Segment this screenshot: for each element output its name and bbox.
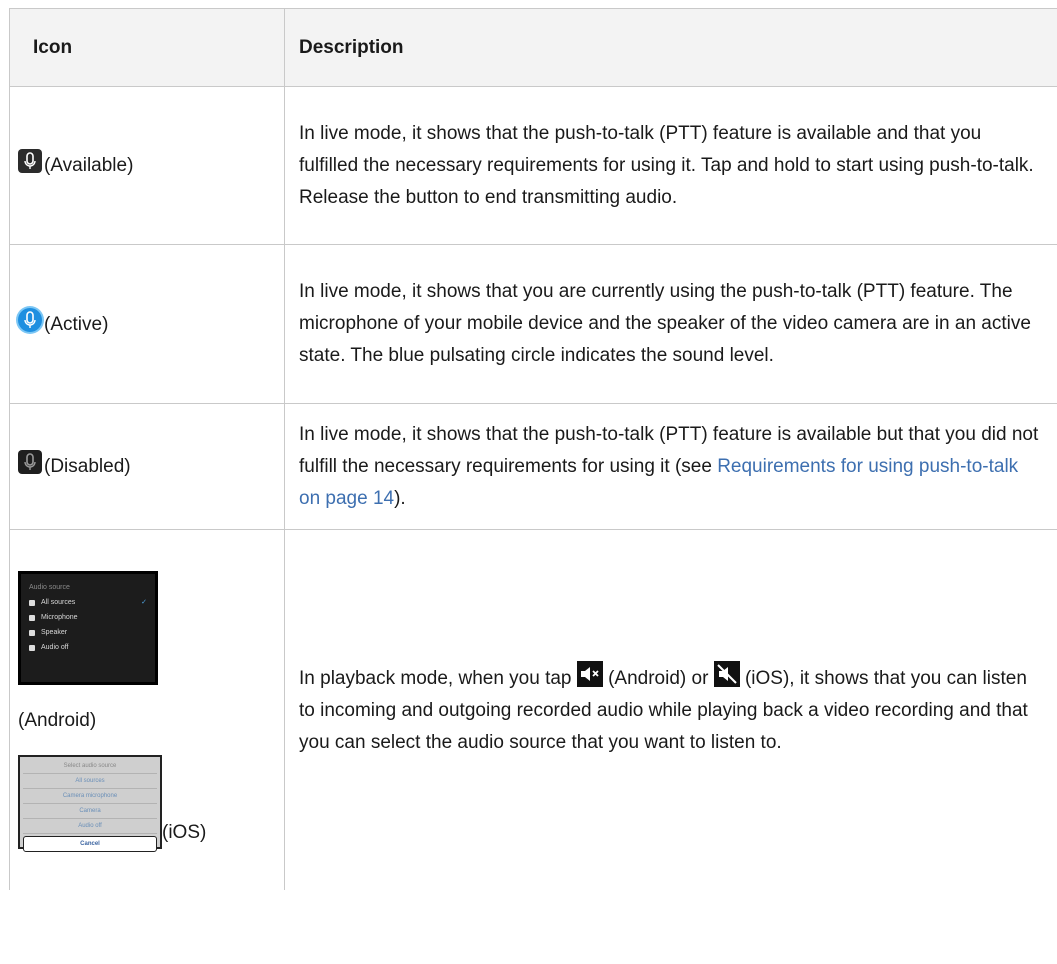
ios-menu-item: Camera microphone	[23, 789, 157, 804]
description-cell: In live mode, it shows that the push-to-…	[284, 86, 1057, 245]
description-text-end: ).	[394, 487, 406, 509]
android-menu-item-label: Audio off	[41, 644, 69, 651]
icon-description-table: Icon Description (Available) In live mod…	[9, 8, 1057, 890]
icon-label: (Available)	[44, 155, 134, 176]
ios-mute-icon	[713, 661, 740, 687]
icon-cell: (Disabled)	[9, 403, 285, 530]
table-row: Audio source All sources ✓ Microphone Spe…	[9, 529, 1057, 890]
android-menu-item-label: All sources	[41, 599, 76, 606]
android-menu-item: All sources ✓	[29, 595, 147, 610]
ios-label: (iOS)	[162, 822, 207, 843]
android-menu-item: Audio off	[29, 640, 147, 655]
icon-label: (Disabled)	[44, 456, 131, 477]
ios-wrap: Select audio source All sources Camera m…	[18, 755, 284, 852]
header-description: Description	[284, 8, 1057, 87]
icon-cell: Audio source All sources ✓ Microphone Spe…	[9, 529, 285, 890]
description-text: In playback mode, when you tap	[299, 668, 577, 689]
microphone-icon	[29, 614, 35, 621]
ios-menu-item: All sources	[23, 774, 157, 789]
speaker-icon	[29, 629, 35, 636]
android-menu-item-label: Speaker	[41, 629, 68, 636]
ios-cancel-button: Cancel	[23, 836, 157, 852]
android-menu-item: Speaker	[29, 625, 147, 640]
android-menu-title: Audio source	[29, 584, 70, 591]
ios-audio-source-screenshot: Select audio source All sources Camera m…	[18, 755, 162, 852]
icon-cell: (Active)	[9, 244, 285, 404]
audio-off-icon	[29, 644, 35, 651]
ios-menu-item: Camera	[23, 804, 157, 819]
table-header-row: Icon Description	[9, 8, 1057, 87]
description-cell: In live mode, it shows that you are curr…	[284, 244, 1057, 404]
description-text: (Android) or	[602, 668, 714, 689]
android-menu-item: Microphone	[29, 610, 147, 625]
icon-label: (Active)	[44, 313, 109, 335]
table-row: (Disabled) In live mode, it shows that t…	[9, 403, 1057, 530]
android-label: (Android)	[18, 710, 97, 731]
table-row: (Active) In live mode, it shows that you…	[9, 244, 1057, 404]
android-mute-icon	[576, 661, 603, 687]
table-row: (Available) In live mode, it shows that …	[9, 86, 1057, 245]
check-icon: ✓	[141, 599, 147, 606]
description-cell: In playback mode, when you tap (Android)…	[284, 529, 1057, 890]
ios-menu-item: Audio off	[23, 819, 157, 834]
description-cell: In live mode, it shows that the push-to-…	[284, 403, 1057, 530]
microphone-available-icon	[18, 149, 42, 173]
android-audio-source-screenshot: Audio source All sources ✓ Microphone Spe…	[18, 571, 158, 685]
ios-menu-title: Select audio source	[23, 759, 157, 774]
header-icon: Icon	[9, 8, 285, 87]
speaker-icon	[29, 599, 35, 606]
android-menu-item-label: Microphone	[41, 614, 78, 621]
microphone-disabled-icon	[18, 450, 42, 474]
microphone-active-icon	[18, 307, 42, 332]
icon-cell: (Available)	[9, 86, 285, 245]
